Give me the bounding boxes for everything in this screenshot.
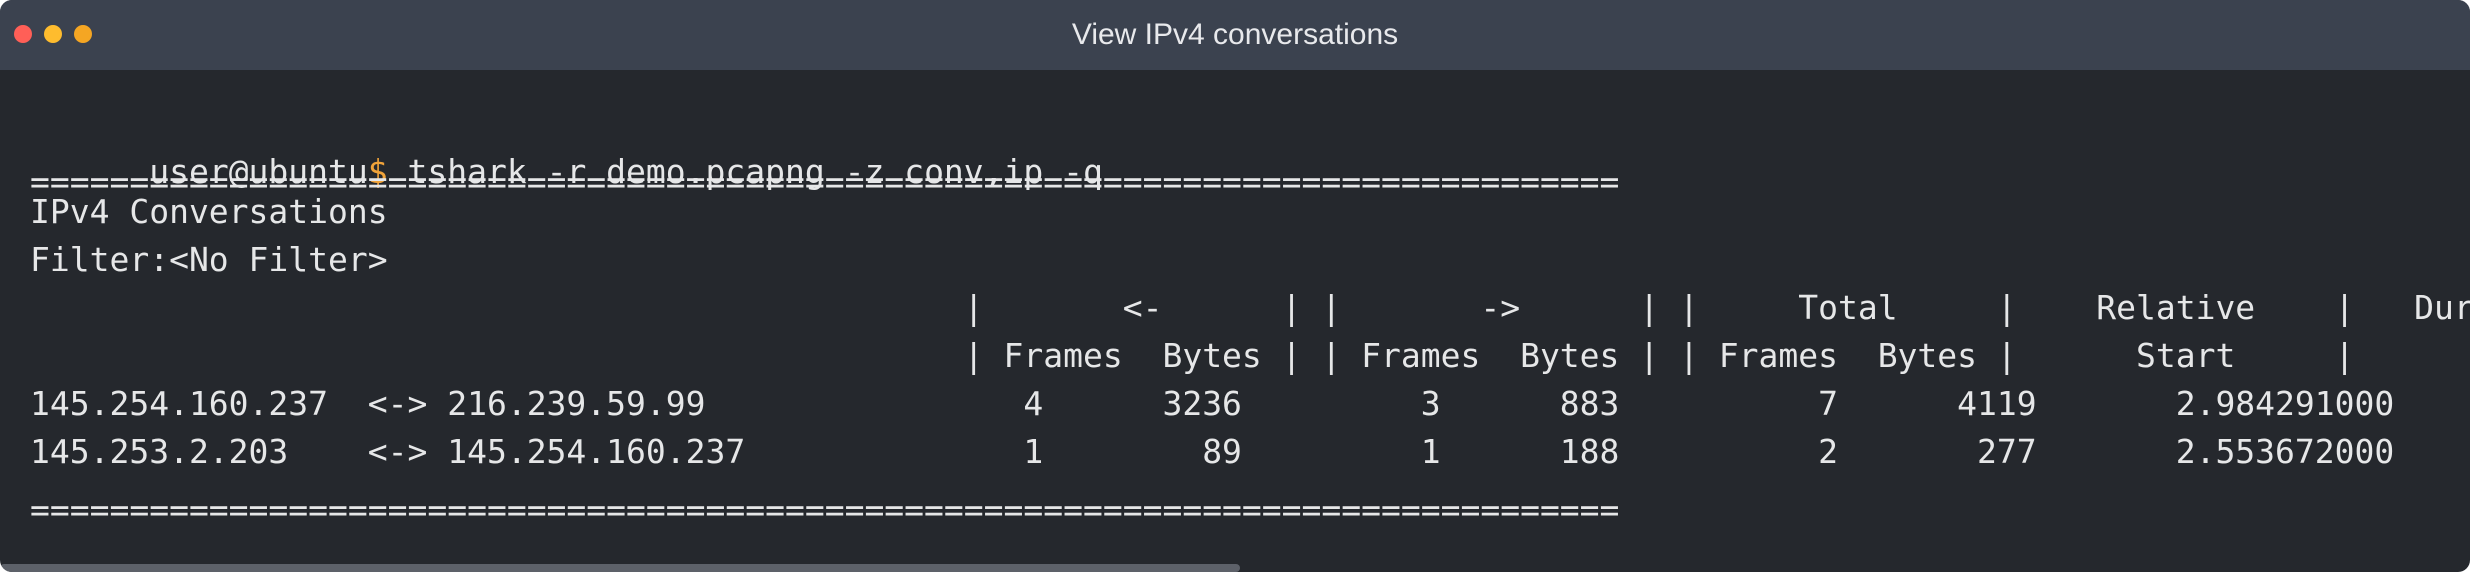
conversation-row: 145.253.2.203 <-> 145.254.160.237 1 89 1… <box>30 432 2470 471</box>
title-bar: View IPv4 conversations <box>0 0 2470 70</box>
conversation-row: 145.254.160.237 <-> 216.239.59.99 4 3236… <box>30 384 2470 423</box>
terminal-window: View IPv4 conversations user@ubuntu$ tsh… <box>0 0 2470 572</box>
filter-line: Filter:<No Filter> <box>30 240 388 279</box>
command-line: user@ubuntu$ tshark -r demo.pcapng -z co… <box>30 100 1103 191</box>
header-row-1: | <- | | -> | | Total | Relative | Durat… <box>30 288 2470 327</box>
terminal-output[interactable]: user@ubuntu$ tshark -r demo.pcapng -z co… <box>0 70 2470 572</box>
separator-bottom: ========================================… <box>30 490 1620 529</box>
heading: IPv4 Conversations <box>30 192 388 231</box>
header-row-2: | Frames Bytes | | Frames Bytes | | Fram… <box>30 336 2470 375</box>
window-title: View IPv4 conversations <box>1071 18 1399 51</box>
horizontal-scrollbar[interactable] <box>0 564 1240 572</box>
